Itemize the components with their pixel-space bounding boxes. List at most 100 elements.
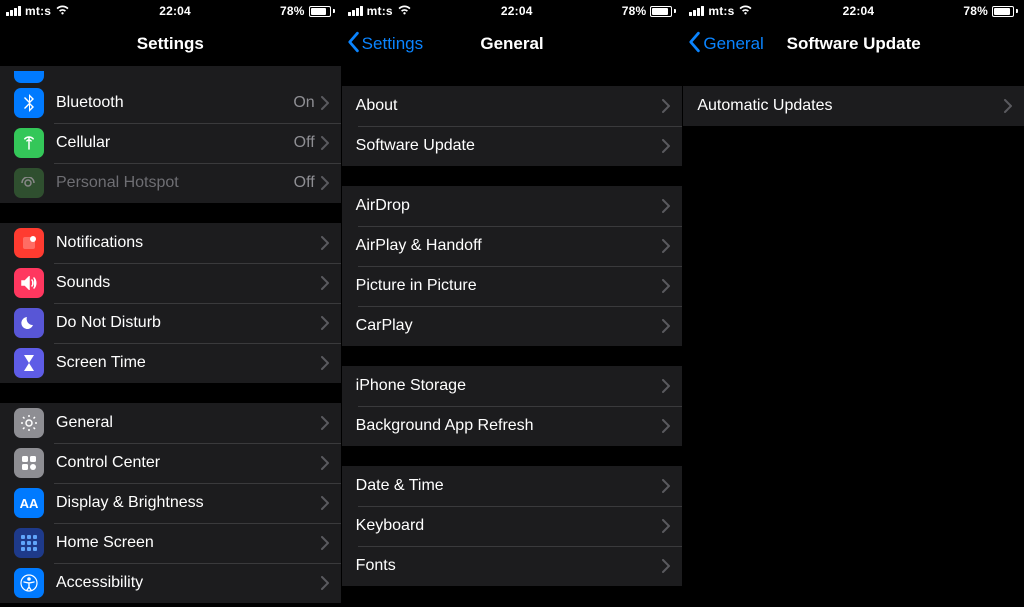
nav-bar: Settings General — [342, 22, 683, 66]
wifi-icon — [397, 4, 412, 18]
row-iphone-storage[interactable]: iPhone Storage — [342, 366, 683, 406]
row-date-time[interactable]: Date & Time — [342, 466, 683, 506]
row-label: Bluetooth — [56, 94, 293, 112]
chevron-right-icon — [321, 96, 329, 110]
row-label: Date & Time — [356, 477, 663, 495]
nav-bar: Settings — [0, 22, 341, 66]
chevron-right-icon — [321, 456, 329, 470]
general-icon — [14, 408, 44, 438]
chevron-right-icon — [321, 176, 329, 190]
battery-percent: 78% — [280, 4, 305, 18]
row-general[interactable]: General — [0, 403, 341, 443]
row-label: Fonts — [356, 557, 663, 575]
row-airplay-handoff[interactable]: AirPlay & Handoff — [342, 226, 683, 266]
row-label: Control Center — [56, 454, 321, 472]
chevron-right-icon — [662, 99, 670, 113]
row-background-app-refresh[interactable]: Background App Refresh — [342, 406, 683, 446]
row-fonts[interactable]: Fonts — [342, 546, 683, 586]
clock: 22:04 — [501, 4, 533, 18]
chevron-right-icon — [321, 276, 329, 290]
row-carplay[interactable]: CarPlay — [342, 306, 683, 346]
row-accessibility[interactable]: Accessibility — [0, 563, 341, 603]
back-label: Settings — [362, 34, 423, 54]
chevron-right-icon — [662, 139, 670, 153]
row-label: About — [356, 97, 663, 115]
back-button[interactable]: General — [687, 22, 763, 66]
pane-settings: mt:s 22:04 78% Settings Bluetooth On Cel… — [0, 0, 341, 607]
battery-percent: 78% — [622, 4, 647, 18]
row-label: Display & Brightness — [56, 494, 321, 512]
battery-percent: 78% — [963, 4, 988, 18]
row-value: On — [293, 94, 314, 112]
row-value: Off — [294, 134, 315, 152]
row-value: Off — [294, 174, 315, 192]
chevron-right-icon — [321, 236, 329, 250]
chevron-right-icon — [321, 316, 329, 330]
row-automatic-updates[interactable]: Automatic Updates — [683, 86, 1024, 126]
row-picture-in-picture[interactable]: Picture in Picture — [342, 266, 683, 306]
row-label: Home Screen — [56, 534, 321, 552]
wifi-icon — [55, 4, 70, 18]
battery-icon — [309, 6, 335, 17]
notifications-icon — [14, 228, 44, 258]
row-about[interactable]: About — [342, 86, 683, 126]
row-notifications[interactable]: Notifications — [0, 223, 341, 263]
row-bluetooth[interactable]: Bluetooth On — [0, 83, 341, 123]
chevron-right-icon — [662, 519, 670, 533]
chevron-left-icon — [346, 31, 360, 58]
pane-general: mt:s 22:04 78% Settings General About So… — [341, 0, 683, 607]
carrier-label: mt:s — [367, 4, 393, 18]
nav-bar: General Software Update — [683, 22, 1024, 66]
signal-icon — [689, 6, 704, 16]
row-label: Screen Time — [56, 354, 321, 372]
row-cellular[interactable]: Cellular Off — [0, 123, 341, 163]
row-label: Automatic Updates — [697, 97, 1004, 115]
row-label: Cellular — [56, 134, 294, 152]
software-update-list[interactable]: Automatic Updates — [683, 66, 1024, 607]
row-keyboard[interactable]: Keyboard — [342, 506, 683, 546]
battery-icon — [650, 6, 676, 17]
general-list[interactable]: About Software Update AirDrop AirPlay & … — [342, 66, 683, 607]
page-title: General — [480, 34, 543, 54]
row-control-center[interactable]: Control Center — [0, 443, 341, 483]
chevron-right-icon — [662, 479, 670, 493]
back-label: General — [703, 34, 763, 54]
chevron-right-icon — [321, 416, 329, 430]
bluetooth-icon — [14, 88, 44, 118]
row-label: Accessibility — [56, 574, 321, 592]
row-home-screen[interactable]: Home Screen — [0, 523, 341, 563]
pane-software-update: mt:s 22:04 78% General Software Update A… — [682, 0, 1024, 607]
chevron-right-icon — [662, 419, 670, 433]
row-software-update[interactable]: Software Update — [342, 126, 683, 166]
row-label: Keyboard — [356, 517, 663, 535]
row-label: AirDrop — [356, 197, 663, 215]
row-partial-wifi[interactable] — [0, 66, 341, 83]
row-label: Do Not Disturb — [56, 314, 321, 332]
signal-icon — [348, 6, 363, 16]
row-screen-time[interactable]: Screen Time — [0, 343, 341, 383]
chevron-right-icon — [321, 496, 329, 510]
row-label: Background App Refresh — [356, 417, 663, 435]
clock: 22:04 — [159, 4, 191, 18]
row-label: Notifications — [56, 234, 321, 252]
row-display-brightness[interactable]: AA Display & Brightness — [0, 483, 341, 523]
back-button[interactable]: Settings — [346, 22, 423, 66]
row-label: General — [56, 414, 321, 432]
carrier-label: mt:s — [25, 4, 51, 18]
chevron-left-icon — [687, 31, 701, 58]
display-icon: AA — [14, 488, 44, 518]
accessibility-icon — [14, 568, 44, 598]
signal-icon — [6, 6, 21, 16]
chevron-right-icon — [662, 239, 670, 253]
chevron-right-icon — [662, 319, 670, 333]
row-personal-hotspot[interactable]: Personal Hotspot Off — [0, 163, 341, 203]
screen-time-icon — [14, 348, 44, 378]
row-do-not-disturb[interactable]: Do Not Disturb — [0, 303, 341, 343]
settings-list[interactable]: Bluetooth On Cellular Off Personal Hotsp… — [0, 66, 341, 607]
row-airdrop[interactable]: AirDrop — [342, 186, 683, 226]
clock: 22:04 — [843, 4, 875, 18]
chevron-right-icon — [321, 356, 329, 370]
battery-icon — [992, 6, 1018, 17]
row-sounds[interactable]: Sounds — [0, 263, 341, 303]
cellular-icon — [14, 128, 44, 158]
